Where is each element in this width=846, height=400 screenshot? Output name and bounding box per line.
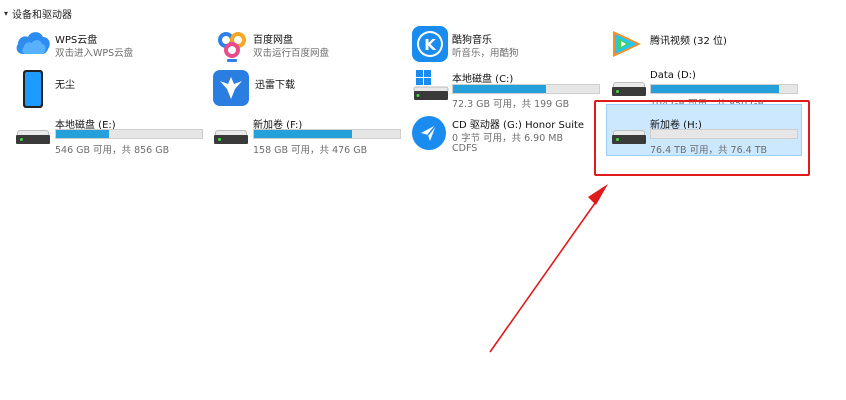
annotation-arrow bbox=[489, 184, 608, 353]
